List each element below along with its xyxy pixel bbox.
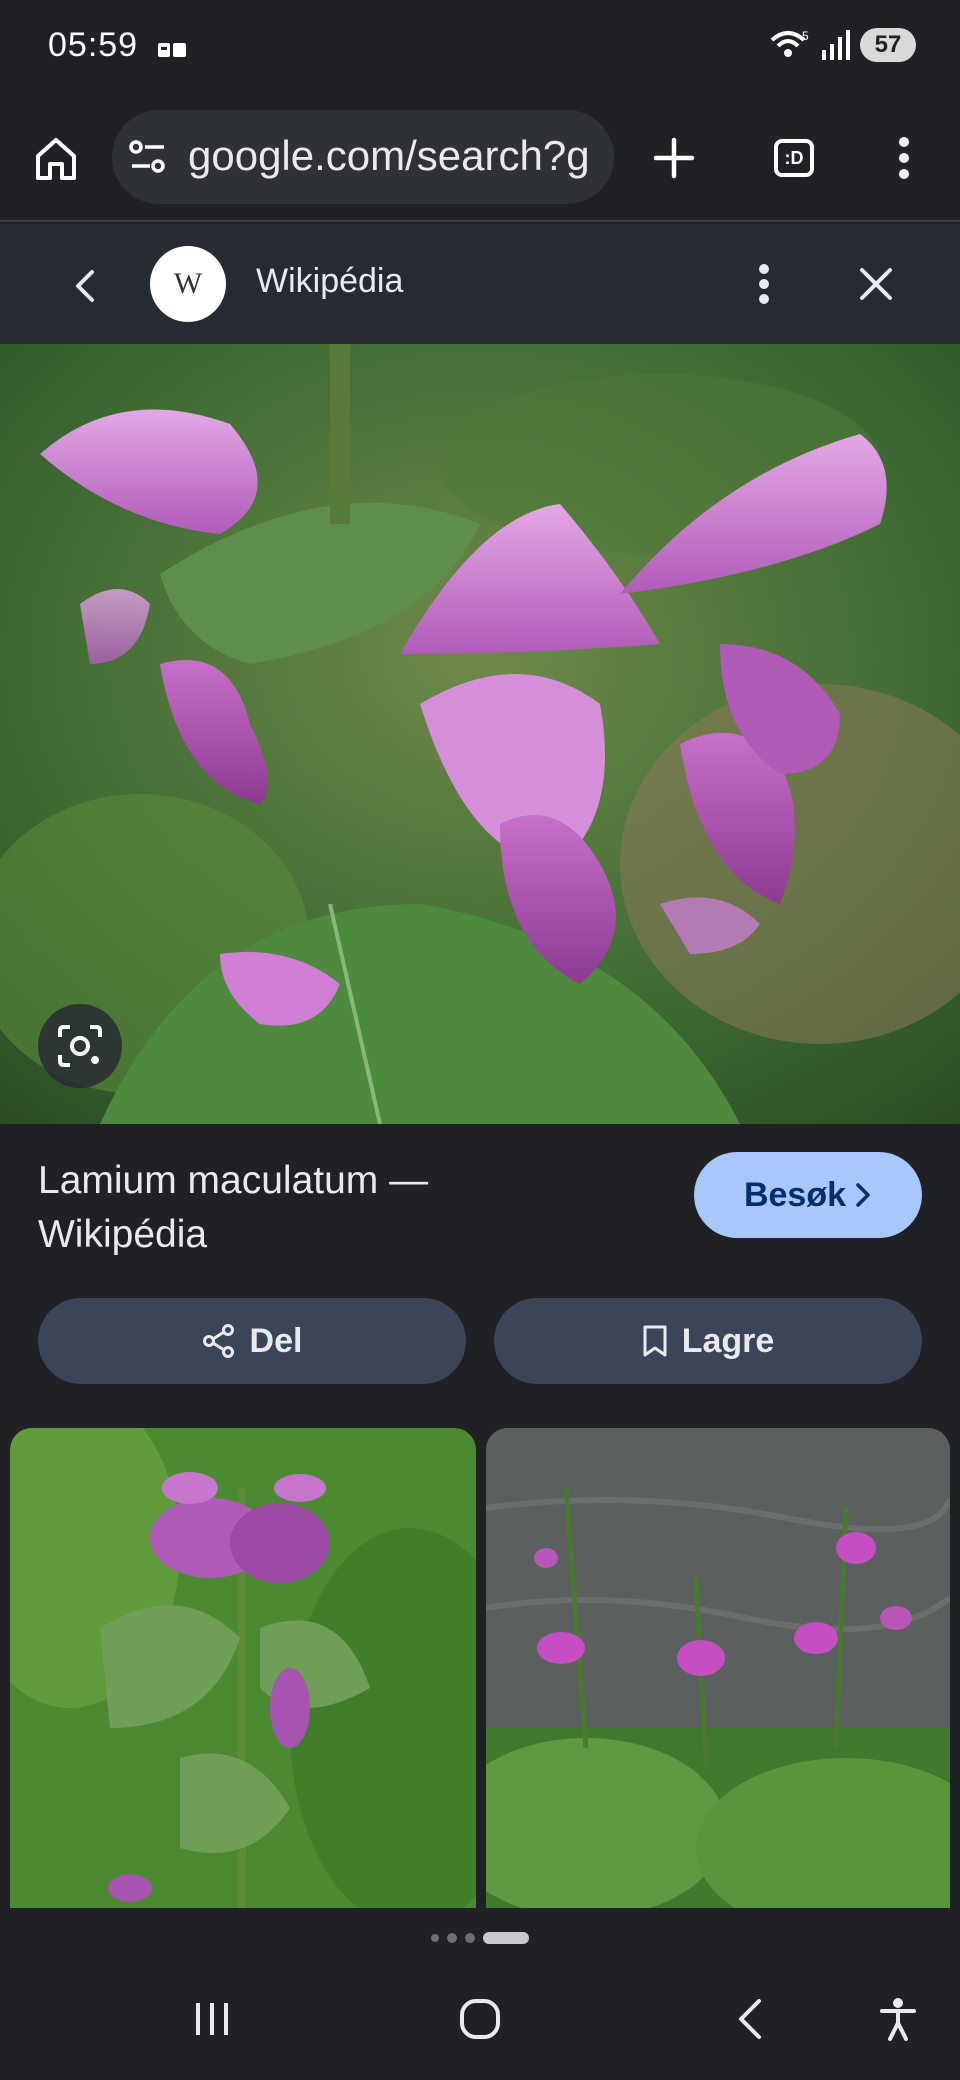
visit-button[interactable]: Besøk — [694, 1152, 922, 1238]
recents-icon[interactable] — [162, 1984, 262, 2054]
visit-label: Besøk — [743, 1175, 847, 1214]
save-label: Lagre — [681, 1321, 775, 1360]
related-photo-2 — [486, 1428, 950, 1908]
share-label: Del — [249, 1321, 303, 1360]
google-lens-icon[interactable] — [38, 1004, 122, 1088]
url-text: google.com/search?g — [188, 132, 590, 179]
result-info: Lamium maculatum — Wikipédia Besøk Del L… — [0, 1124, 960, 1424]
save-button[interactable]: Lagre — [494, 1298, 922, 1384]
pager-dot — [465, 1933, 475, 1943]
back-nav-icon[interactable] — [700, 1984, 800, 2054]
status-time: 05:59 — [48, 26, 139, 64]
pager-dot-active — [483, 1932, 529, 1944]
image-source-header: W Wikipédia — [0, 224, 960, 344]
plus-icon[interactable] — [644, 128, 704, 188]
carousel-pager — [0, 1928, 960, 1948]
main-result-image[interactable] — [0, 344, 960, 1124]
browser-toolbar: google.com/search?g :D — [0, 100, 960, 222]
result-title[interactable]: Lamium maculatum — Wikipédia — [38, 1154, 508, 1262]
tune-icon[interactable] — [128, 138, 168, 176]
system-nav-bar — [0, 1960, 960, 2080]
share-button[interactable]: Del — [38, 1298, 466, 1384]
flower-photo — [0, 344, 960, 1124]
wikipedia-logo: W — [150, 246, 226, 322]
more-vert-icon[interactable] — [874, 128, 934, 188]
related-image-1[interactable] — [10, 1428, 476, 1908]
bookmark-icon — [643, 1325, 667, 1357]
tab-switcher-icon[interactable]: :D — [764, 128, 824, 188]
related-photo-1 — [10, 1428, 476, 1908]
home-nav-icon[interactable] — [430, 1984, 530, 2054]
status-bar: 05:59 5 57 — [0, 0, 960, 100]
chevron-left-icon[interactable] — [54, 256, 114, 316]
battery-indicator: 57 — [860, 28, 916, 62]
status-indicators: 5 57 — [768, 28, 916, 62]
notification-icon — [158, 43, 186, 57]
share-icon — [202, 1324, 234, 1358]
pager-dot — [431, 1934, 439, 1942]
pager-dot — [447, 1933, 457, 1943]
signal-icon — [822, 30, 850, 60]
wifi-icon: 5 — [770, 29, 809, 57]
home-icon[interactable] — [26, 128, 86, 188]
source-name[interactable]: Wikipédia — [256, 262, 403, 301]
tab-switcher-label: :D — [774, 139, 814, 177]
network-tag: 5 — [802, 29, 809, 43]
related-image-2[interactable] — [486, 1428, 950, 1908]
accessibility-icon[interactable] — [848, 1984, 948, 2054]
more-vert-icon[interactable] — [734, 254, 794, 314]
address-bar[interactable]: google.com/search?g — [112, 110, 614, 204]
close-icon[interactable] — [846, 254, 906, 314]
chevron-right-icon — [856, 1183, 870, 1207]
